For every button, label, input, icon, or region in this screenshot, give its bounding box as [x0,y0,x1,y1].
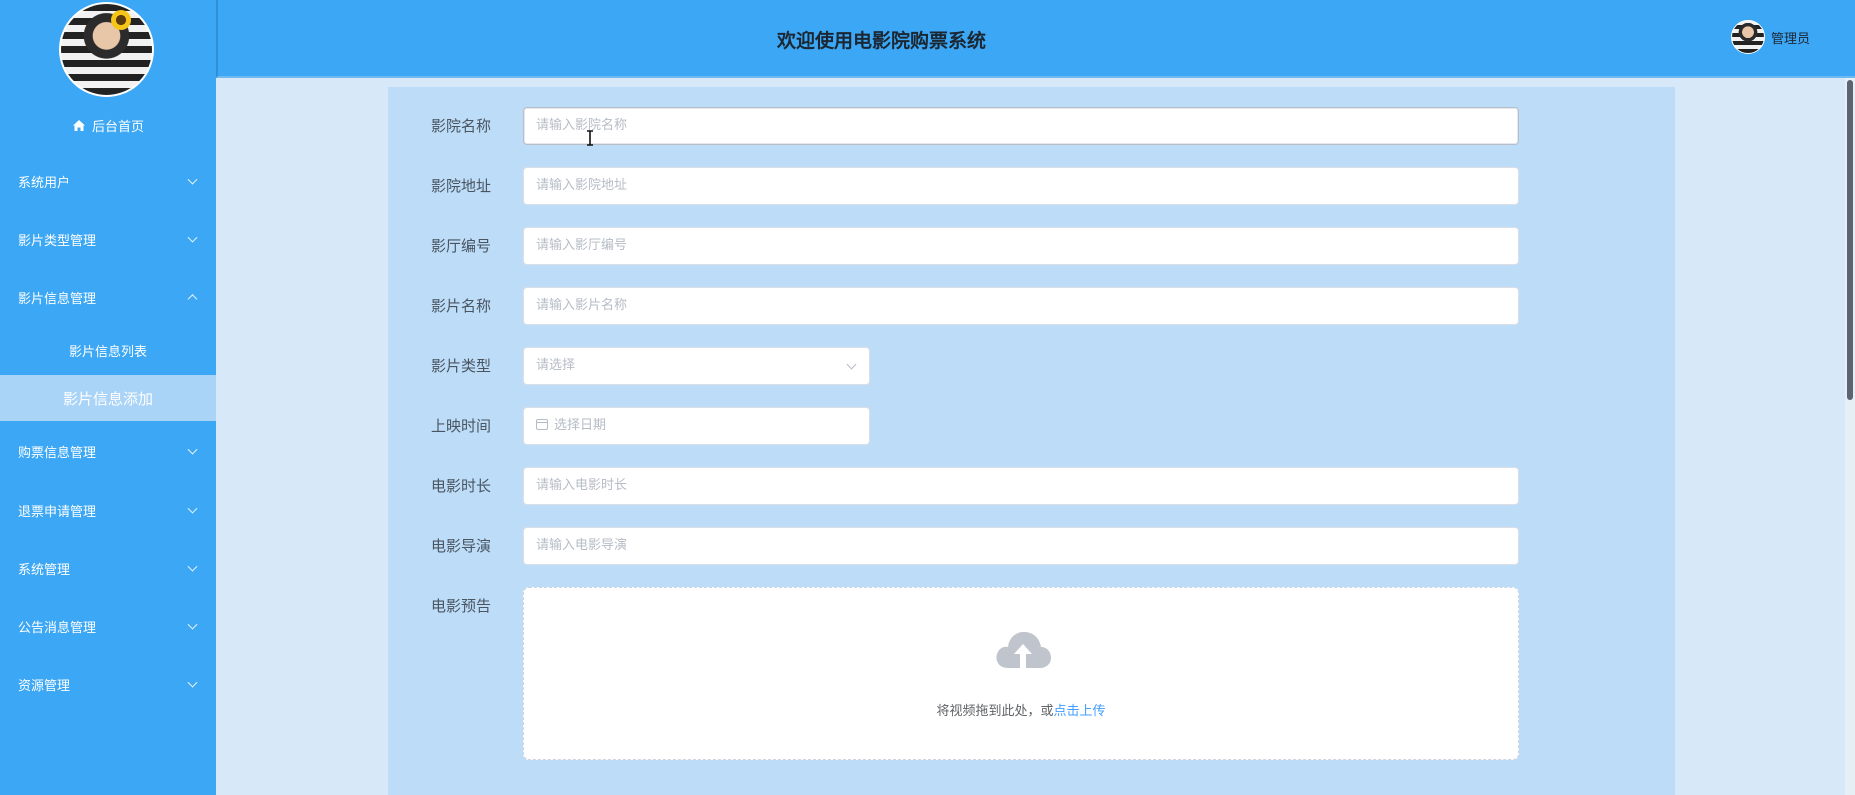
field-label: 上映时间 [431,417,492,435]
text-cursor-icon [587,130,593,146]
chevron-up-icon [187,294,198,305]
sidebar-item-label: 系统管理 [18,562,71,578]
sidebar-item-system-management[interactable]: 系统管理 [0,548,216,588]
chevron-down-icon [187,232,198,243]
chevron-down-icon [187,677,198,688]
sidebar: 后台首页 系统用户 影片类型管理 影片信息管理 影片信息列表 影片信息添加 购票… [0,0,216,795]
page-scrollbar[interactable] [1845,78,1855,795]
sidebar-item-label: 公告消息管理 [18,620,97,636]
date-placeholder: 选择日期 [554,418,607,433]
calendar-icon [536,419,548,430]
sidebar-item-home[interactable]: 后台首页 [0,112,216,138]
sidebar-item-resource-management[interactable]: 资源管理 [0,664,216,704]
sidebar-item-label: 影片信息添加 [62,389,153,408]
form-row-duration: 电影时长 请输入电影时长 [388,467,1675,505]
select-placeholder: 请选择 [536,358,576,373]
upload-hint: 将视频拖到此处，或点击上传 [524,700,1518,719]
sidebar-item-label: 退票申请管理 [18,504,97,520]
sidebar-item-film-type-management[interactable]: 影片类型管理 [0,219,216,259]
release-date-picker[interactable]: 选择日期 [523,407,870,445]
user-menu[interactable]: 管理员 [1730,20,1810,54]
hall-number-input[interactable]: 请输入影厅编号 [523,227,1519,265]
form-row-film-type: 影片类型 请选择 [388,347,1675,385]
sidebar-item-refund-management[interactable]: 退票申请管理 [0,490,216,530]
form-panel: 影院名称 请输入影院名称 影院地址 请输入影院地址 影厅编号 请输入影厅编号 影… [388,87,1675,795]
sidebar-item-label: 购票信息管理 [18,445,97,461]
upload-hint-text: 将视频拖到此处，或 [936,704,1054,719]
chevron-down-icon [187,503,198,514]
cinema-address-input[interactable]: 请输入影院地址 [523,167,1519,205]
duration-input[interactable]: 请输入电影时长 [523,467,1519,505]
click-upload-link[interactable]: 点击上传 [1054,704,1106,719]
field-label: 电影时长 [431,477,492,495]
field-label: 电影预告 [431,597,492,615]
field-label: 影片名称 [431,297,492,315]
scrollbar-thumb[interactable] [1847,80,1853,400]
avatar[interactable] [1730,20,1765,54]
field-label: 影片类型 [431,357,492,375]
form-row-cinema-name: 影院名称 请输入影院名称 [388,107,1675,145]
sidebar-item-label: 资源管理 [18,678,71,694]
chevron-down-icon [187,561,198,572]
film-name-input[interactable]: 请输入影片名称 [523,287,1519,325]
chevron-down-icon [846,359,857,370]
sidebar-item-system-users[interactable]: 系统用户 [0,161,216,201]
cinema-name-input[interactable]: 请输入影院名称 [523,107,1519,145]
form-row-film-name: 影片名称 请输入影片名称 [388,287,1675,325]
chevron-down-icon [187,444,198,455]
field-label: 影厅编号 [431,237,492,255]
form-row-trailer: 电影预告 将视频拖到此处，或点击上传 [388,587,1675,760]
film-type-select[interactable]: 请选择 [523,347,870,385]
user-name[interactable]: 管理员 [1771,28,1810,47]
field-label: 影院名称 [431,117,492,135]
admin-avatar [59,2,154,97]
field-label: 影院地址 [431,177,492,195]
form-row-director: 电影导演 请输入电影导演 [388,527,1675,565]
sidebar-item-label: 系统用户 [18,175,71,191]
sidebar-item-announcement-management[interactable]: 公告消息管理 [0,606,216,646]
chevron-down-icon [187,174,198,185]
sidebar-item-film-info-management[interactable]: 影片信息管理 [0,277,216,317]
page-title: 欢迎使用电影院购票系统 [776,30,986,52]
sunflower-decoration [111,10,131,30]
sidebar-item-label: 影片信息管理 [18,291,97,307]
sidebar-item-label: 影片类型管理 [18,233,97,249]
director-input[interactable]: 请输入电影导演 [523,527,1519,565]
sidebar-item-label: 后台首页 [91,119,144,135]
field-label: 电影导演 [431,537,492,555]
sidebar-subitem-film-info-add[interactable]: 影片信息添加 [0,375,216,421]
cloud-upload-icon [996,631,1051,668]
form-row-release-date: 上映时间 选择日期 [388,407,1675,445]
top-header: 欢迎使用电影院购票系统 管理员 [216,0,1855,78]
trailer-upload-dropzone[interactable]: 将视频拖到此处，或点击上传 [523,587,1519,760]
sidebar-item-ticket-info-management[interactable]: 购票信息管理 [0,431,216,471]
sidebar-item-label: 影片信息列表 [68,344,147,360]
sidebar-subitem-film-info-list[interactable]: 影片信息列表 [0,327,216,373]
chevron-down-icon [187,619,198,630]
home-icon [72,119,85,131]
form-row-cinema-address: 影院地址 请输入影院地址 [388,167,1675,205]
form-row-hall-number: 影厅编号 请输入影厅编号 [388,227,1675,265]
